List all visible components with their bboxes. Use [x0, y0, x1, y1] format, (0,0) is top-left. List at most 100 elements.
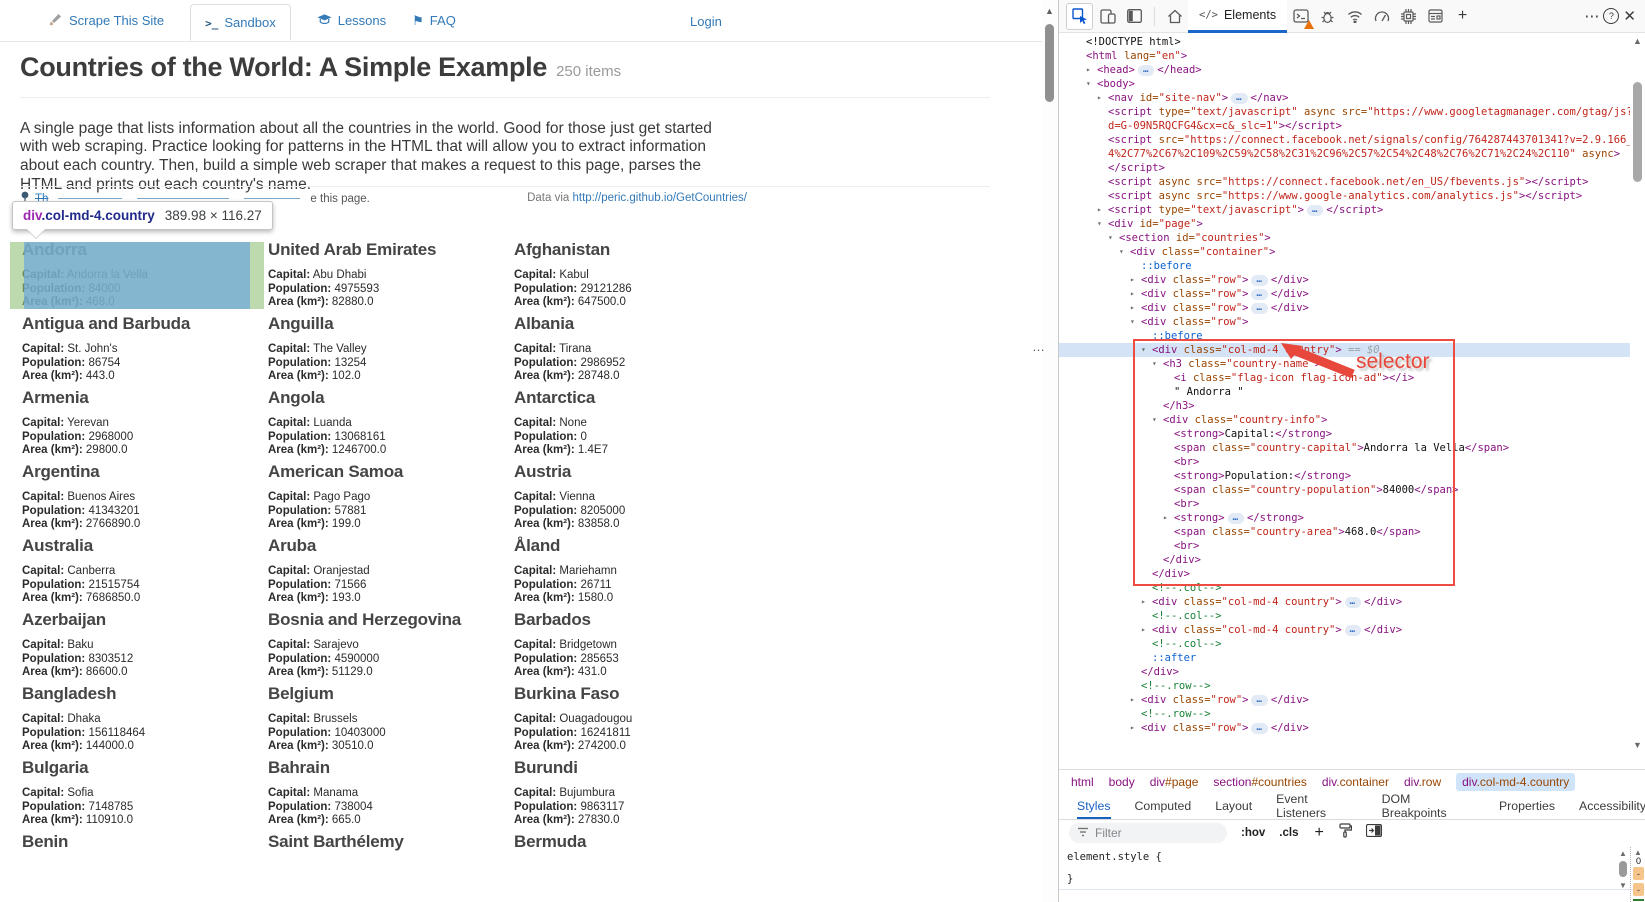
dom-node-row[interactable]: ▾<div id="page"> — [1059, 217, 1630, 231]
dom-node-row[interactable]: ▸<script type="text/javascript">…</scrip… — [1059, 203, 1630, 217]
paint-format-icon[interactable] — [1338, 823, 1352, 843]
dom-node-row[interactable]: ▾<div class="col-md-4 country"> == $0 — [1059, 343, 1630, 357]
breadcrumb-item[interactable]: html — [1071, 775, 1094, 789]
expand-closed-icon[interactable]: ▸ — [1097, 203, 1102, 217]
dom-node-row[interactable]: ▸<div class="col-md-4 country">…</div> — [1059, 595, 1630, 609]
breadcrumb-item[interactable]: div.row — [1404, 775, 1441, 789]
breadcrumb-item[interactable]: section#countries — [1213, 775, 1306, 789]
dom-node-row[interactable]: ::before — [1059, 259, 1630, 273]
dom-node-row[interactable]: <span class="country-capital">Andorra la… — [1059, 441, 1630, 455]
expand-open-icon[interactable]: ▾ — [1108, 231, 1113, 245]
dom-node-row[interactable]: ▸<div class="col-md-4 country">…</div> — [1059, 623, 1630, 637]
data-source-link[interactable]: http://peric.github.io/GetCountries/ — [572, 192, 747, 204]
element-classes-toggle[interactable]: .cls — [1279, 827, 1298, 839]
nav-item-sandbox[interactable]: >_Sandbox — [190, 4, 291, 41]
expand-open-icon[interactable]: ▾ — [1086, 77, 1091, 91]
dom-node-row[interactable]: <script src="https://connect.facebook.ne… — [1059, 133, 1630, 147]
computed-sidebar-toggle-icon[interactable] — [1366, 824, 1382, 842]
collapsed-content-icon[interactable]: … — [1251, 303, 1267, 314]
collapsed-content-icon[interactable]: … — [1251, 289, 1267, 300]
dom-gutter-more-icon[interactable]: … — [1032, 339, 1046, 354]
collapsed-content-icon[interactable]: … — [1345, 597, 1361, 608]
dom-node-row[interactable]: " Andorra " — [1059, 385, 1630, 399]
breadcrumb-item[interactable]: div.col-md-4.country — [1456, 773, 1575, 791]
dom-node-row[interactable]: <!--.row--> — [1059, 679, 1630, 693]
expand-open-icon[interactable]: ▾ — [1141, 343, 1146, 357]
collapsed-content-icon[interactable]: … — [1307, 205, 1323, 216]
dom-node-row[interactable]: ::before — [1059, 329, 1630, 343]
scroll-up-arrow-icon[interactable]: ▲ — [1633, 36, 1642, 46]
dom-node-row[interactable]: ▸<head>…</head> — [1059, 63, 1630, 77]
dom-node-row[interactable]: <br> — [1059, 497, 1630, 511]
dom-node-row[interactable]: ▸<strong>…</strong> — [1059, 511, 1630, 525]
expand-closed-icon[interactable]: ▸ — [1097, 91, 1102, 105]
dom-node-row[interactable]: ▸<div class="row">…</div> — [1059, 273, 1630, 287]
collapsed-content-icon[interactable]: … — [1228, 513, 1244, 524]
dom-node-row[interactable]: ▾<div class="row"> — [1059, 315, 1630, 329]
dom-node-row[interactable]: <strong>Population:</strong> — [1059, 469, 1630, 483]
panel-tab-computed[interactable]: Computed — [1135, 792, 1192, 819]
expand-open-icon[interactable]: ▾ — [1152, 413, 1157, 427]
scroll-down-arrow-icon[interactable]: ▼ — [1633, 740, 1642, 750]
home-icon[interactable] — [1162, 4, 1187, 29]
scroll-up-arrow-icon[interactable]: ▲ — [1619, 849, 1627, 858]
add-tools-icon[interactable]: + — [1450, 4, 1475, 29]
performance-icon[interactable] — [1369, 4, 1394, 29]
dom-node-row[interactable]: <i class="flag-icon flag-icon-ad"></i> — [1059, 371, 1630, 385]
debug-icon[interactable] — [1315, 4, 1340, 29]
dom-node-row[interactable]: </div> — [1059, 567, 1630, 581]
dom-node-row[interactable]: d=G-09N5RQCFG4&cx=c&_slc=1"></script> — [1059, 119, 1630, 133]
close-icon[interactable]: ✕ — [1623, 7, 1636, 25]
collapsed-content-icon[interactable]: … — [1251, 275, 1267, 286]
scroll-down-arrow-icon[interactable]: ▼ — [1619, 881, 1627, 890]
expand-open-icon[interactable]: ▾ — [1097, 217, 1102, 231]
dom-node-row[interactable]: 4%2C77%2C67%2C109%2C59%2C58%2C31%2C96%2C… — [1059, 147, 1630, 161]
pseudo-state-toggle[interactable]: :hov — [1241, 827, 1265, 839]
panel-tab-styles[interactable]: Styles — [1077, 792, 1111, 819]
application-icon[interactable] — [1423, 4, 1448, 29]
styles-filter-input[interactable]: Filter — [1069, 823, 1227, 843]
expand-closed-icon[interactable]: ▸ — [1086, 63, 1091, 77]
expand-closed-icon[interactable]: ▸ — [1130, 287, 1135, 301]
scroll-up-arrow-icon[interactable]: ▲ — [1045, 6, 1054, 16]
dom-node-row[interactable]: </script> — [1059, 161, 1630, 175]
dom-node-row[interactable]: <script async src="https://connect.faceb… — [1059, 175, 1630, 189]
panel-tab-properties[interactable]: Properties — [1499, 792, 1555, 819]
expand-open-icon[interactable]: ▾ — [1152, 357, 1157, 371]
dom-node-row[interactable]: ▾<body> — [1059, 77, 1630, 91]
dom-scrollbar[interactable]: ▲ ▼ — [1632, 36, 1644, 754]
panel-tab-accessibility[interactable]: Accessibility — [1579, 792, 1645, 819]
dom-node-row[interactable]: <html lang="en"> — [1059, 49, 1630, 63]
page-scrollbar[interactable]: ▲ — [1042, 0, 1058, 902]
dom-node-row[interactable]: ▾<div class="container"> — [1059, 245, 1630, 259]
dom-node-row[interactable]: ▸<div class="row">…</div> — [1059, 693, 1630, 707]
breadcrumb-item[interactable]: div#page — [1150, 775, 1199, 789]
dom-node-row[interactable]: ▸<div class="row">…</div> — [1059, 301, 1630, 315]
breadcrumb-item[interactable]: body — [1109, 775, 1135, 789]
scrollbar-thumb[interactable] — [1633, 82, 1642, 182]
memory-icon[interactable] — [1396, 4, 1421, 29]
dom-node-row[interactable]: ▾<div class="country-info"> — [1059, 413, 1630, 427]
new-style-rule-button[interactable]: + — [1314, 824, 1323, 842]
dom-node-row[interactable]: <span class="country-area">468.0</span> — [1059, 525, 1630, 539]
dom-node-row[interactable]: </div> — [1059, 553, 1630, 567]
dom-node-row[interactable]: <!--.col--> — [1059, 609, 1630, 623]
element-style-rule[interactable]: element.style { — [1067, 851, 1162, 863]
collapsed-content-icon[interactable]: … — [1138, 65, 1154, 76]
nav-item-lessons[interactable]: Lessons — [317, 13, 386, 29]
scrollbar-thumb[interactable] — [1045, 24, 1054, 102]
device-emulation-icon[interactable] — [1095, 4, 1120, 29]
dom-node-row[interactable]: <!--.col--> — [1059, 581, 1630, 595]
dom-node-row[interactable]: <!--.col--> — [1059, 637, 1630, 651]
nav-item-faq[interactable]: ⚑FAQ — [412, 13, 456, 29]
expand-closed-icon[interactable]: ▸ — [1130, 273, 1135, 287]
dom-node-row[interactable]: <span class="country-population">84000</… — [1059, 483, 1630, 497]
login-link[interactable]: Login — [690, 14, 722, 29]
nav-item-scrape-this-site[interactable]: Scrape This Site — [48, 12, 164, 30]
dom-node-row[interactable]: <br> — [1059, 455, 1630, 469]
dom-node-row[interactable]: ▾<section id="countries"> — [1059, 231, 1630, 245]
collapsed-content-icon[interactable]: … — [1345, 625, 1361, 636]
dom-node-row[interactable]: ::after — [1059, 651, 1630, 665]
expand-closed-icon[interactable]: ▸ — [1141, 595, 1146, 609]
focus-panel-icon[interactable] — [1122, 4, 1147, 29]
